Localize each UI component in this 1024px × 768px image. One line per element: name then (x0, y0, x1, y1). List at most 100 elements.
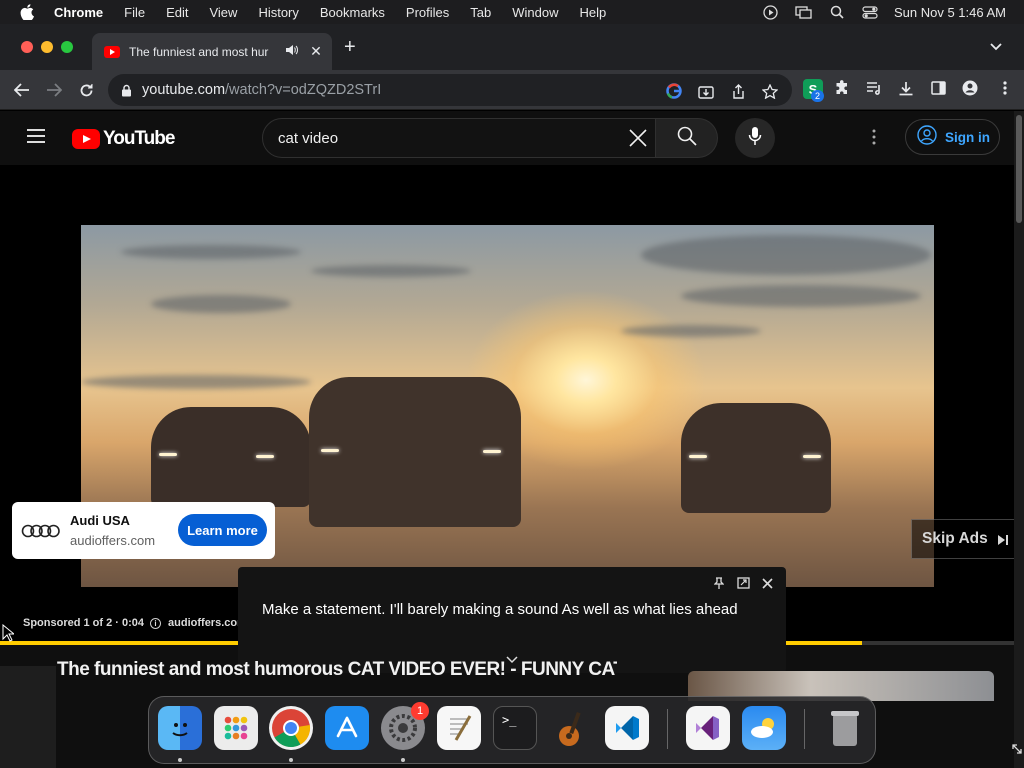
new-tab-button[interactable]: + (344, 36, 356, 59)
live-caption-panel[interactable]: Make a statement. I'll barely making a s… (238, 567, 786, 673)
sign-in-label: Sign in (945, 129, 990, 145)
youtube-logo-text: YouTube (103, 128, 175, 149)
menu-help[interactable]: Help (580, 5, 607, 20)
app-store-icon[interactable] (325, 706, 369, 750)
profile-avatar-icon[interactable] (961, 80, 979, 96)
youtube-masthead: YouTube cat video Sign in (0, 111, 1014, 165)
ad-domain: audioffers.com (70, 533, 156, 548)
textedit-icon[interactable] (437, 706, 481, 750)
trash-icon[interactable] (823, 706, 867, 750)
google-lens-icon[interactable] (665, 83, 683, 99)
window-zoom-button[interactable] (61, 41, 73, 53)
scrollbar-thumb[interactable] (1016, 115, 1022, 223)
play-circle-icon[interactable] (762, 4, 780, 20)
skip-ads-button[interactable]: Skip Ads (911, 519, 1014, 559)
menu-view[interactable]: View (209, 5, 237, 20)
sign-in-button[interactable]: Sign in (905, 119, 1000, 155)
settings-kebab-icon[interactable] (872, 129, 882, 147)
extensions-puzzle-icon[interactable] (833, 80, 851, 96)
hamburger-menu-icon[interactable] (27, 129, 45, 143)
ad-advertiser-name: Audi USA (70, 513, 130, 528)
terminal-icon[interactable]: >_ (493, 706, 537, 750)
microphone-icon (748, 126, 762, 151)
menu-bookmarks[interactable]: Bookmarks (320, 5, 385, 20)
browser-tab-active[interactable]: The funniest and most hur ✕ (92, 33, 332, 70)
tab-close-icon[interactable]: ✕ (309, 43, 323, 60)
left-panel (0, 666, 56, 768)
youtube-play-logo-icon (72, 129, 100, 149)
window-close-button[interactable] (21, 41, 33, 53)
forward-arrow-icon[interactable] (43, 79, 65, 101)
youtube-page: YouTube cat video Sign in Audi USA audio… (0, 111, 1024, 768)
caption-text: Make a statement. I'll barely making a s… (262, 601, 738, 618)
reload-icon[interactable] (75, 79, 97, 101)
menu-bar: Chrome File Edit View History Bookmarks … (0, 0, 1024, 24)
ad-card[interactable]: Audi USA audioffers.com Learn more (12, 502, 275, 559)
apple-icon[interactable] (18, 4, 36, 20)
menu-profiles[interactable]: Profiles (406, 5, 449, 20)
mouse-cursor-icon (2, 623, 16, 642)
menu-file[interactable]: File (124, 5, 145, 20)
screen-mirroring-icon[interactable] (795, 5, 813, 19)
tab-audio-icon[interactable] (285, 44, 299, 59)
account-circle-icon (917, 124, 937, 150)
url-path: /watch?v=odZQZD2STrI (225, 82, 382, 98)
garageband-icon[interactable] (549, 706, 593, 750)
pin-icon[interactable] (712, 576, 726, 590)
search-box[interactable]: cat video (262, 118, 656, 158)
audi-rings-logo-icon (21, 523, 73, 539)
back-arrow-icon[interactable] (11, 79, 33, 101)
window-minimize-button[interactable] (41, 41, 53, 53)
ad-info-bar: Sponsored 1 of 2 · 0:04 i audioffers.com (23, 617, 247, 629)
caption-close-icon[interactable] (760, 576, 774, 590)
settings-notification-badge: 1 (411, 702, 429, 720)
page-scrollbar[interactable] (1014, 111, 1024, 768)
control-center-icon[interactable] (861, 5, 879, 19)
lock-icon[interactable] (121, 83, 133, 97)
downloads-icon[interactable] (897, 80, 915, 96)
youtube-logo[interactable]: YouTube (72, 128, 175, 150)
popout-icon[interactable] (736, 576, 750, 590)
search-button[interactable] (656, 118, 718, 158)
search-icon (677, 126, 697, 151)
side-panel-icon[interactable] (929, 80, 947, 96)
menu-history[interactable]: History (258, 5, 298, 20)
url-host: youtube.com (142, 82, 226, 98)
sponsored-label: Sponsored 1 of 2 · 0:04 (23, 617, 145, 629)
menu-tab[interactable]: Tab (470, 5, 491, 20)
learn-more-button[interactable]: Learn more (178, 514, 267, 546)
clear-search-icon[interactable] (628, 128, 648, 148)
visual-studio-icon[interactable] (686, 706, 730, 750)
video-title: The funniest and most humorous CAT VIDEO… (57, 659, 617, 680)
ad-info-icon[interactable]: i (150, 617, 162, 629)
spotlight-search-icon[interactable] (828, 5, 846, 19)
share-icon[interactable] (729, 83, 747, 99)
launchpad-icon[interactable] (214, 706, 258, 750)
menu-window[interactable]: Window (512, 5, 558, 20)
video-player[interactable]: Audi USA audioffers.com Learn more Skip … (0, 165, 1014, 673)
resize-handle-icon[interactable] (1011, 742, 1023, 760)
weather-icon[interactable] (742, 706, 786, 750)
youtube-favicon-icon (104, 45, 120, 58)
vscode-icon[interactable] (605, 706, 649, 750)
skip-ads-label: Skip Ads (922, 530, 988, 547)
browser-toolbar: youtube.com/watch?v=odZQZD2STrI S 2 (0, 70, 1024, 110)
chrome-icon[interactable] (269, 706, 313, 750)
menu-app-chrome[interactable]: Chrome (54, 5, 103, 20)
ad-info-domain[interactable]: audioffers.com (168, 617, 247, 629)
dock: 1 >_ (148, 696, 876, 764)
menu-edit[interactable]: Edit (166, 5, 188, 20)
voice-search-button[interactable] (735, 118, 775, 158)
media-queue-icon[interactable] (865, 80, 883, 96)
tab-search-chevron-icon[interactable] (990, 38, 1002, 56)
finder-icon[interactable] (158, 706, 202, 750)
address-bar[interactable]: youtube.com/watch?v=odZQZD2STrI (108, 74, 792, 106)
menubar-clock[interactable]: Sun Nov 5 1:46 AM (894, 5, 1006, 20)
install-app-icon[interactable] (697, 83, 715, 99)
url-text[interactable]: youtube.com/watch?v=odZQZD2STrI (142, 82, 381, 98)
chrome-menu-kebab-icon[interactable] (996, 80, 1014, 96)
extension-badge: 2 (811, 90, 824, 102)
search-input[interactable]: cat video (278, 130, 338, 147)
bookmark-star-icon[interactable] (761, 83, 779, 99)
tab-title: The funniest and most hur (129, 44, 269, 59)
